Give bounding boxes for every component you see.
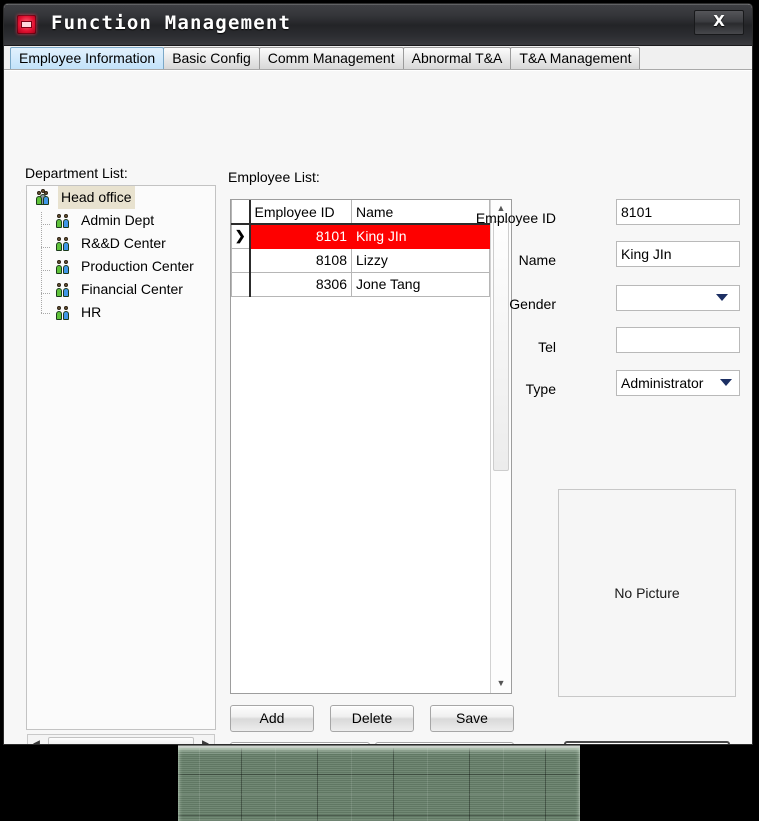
gender-label: Gender	[509, 296, 556, 312]
cell-name: King JIn	[351, 223, 490, 249]
view-picture-button[interactable]: View	[564, 741, 730, 744]
background-window-green-grid	[178, 748, 580, 821]
people-icon	[55, 258, 73, 274]
employee-table: Employee ID Name ❯ 8101 King JIn 8108 Li…	[231, 200, 490, 297]
employee-information-panel: Department List: Head office Admin Dept	[4, 70, 752, 744]
tree-item-head-office[interactable]: Head office	[27, 186, 215, 209]
tree-item-hr[interactable]: HR	[27, 301, 215, 324]
cell-employee-id: 8101	[249, 223, 352, 249]
function-management-window: Function Management X Employee Informati…	[3, 3, 753, 745]
employee-grid[interactable]: Employee ID Name ❯ 8101 King JIn 8108 Li…	[230, 199, 512, 694]
people-icon	[55, 304, 73, 320]
tab-employee-information[interactable]: Employee Information	[10, 47, 165, 69]
title-bar: Function Management X	[4, 4, 752, 46]
tree-item-financial-center[interactable]: Financial Center	[27, 278, 215, 301]
people-icon	[55, 281, 73, 297]
scroll-right-icon[interactable]: ▶	[197, 735, 214, 744]
name-field[interactable]: King JIn	[616, 241, 740, 267]
type-label: Type	[525, 381, 556, 397]
people-icon	[55, 235, 73, 251]
tel-label: Tel	[538, 339, 556, 355]
table-row[interactable]: 8108 Lizzy	[231, 247, 490, 273]
tree-item-admin-dept[interactable]: Admin Dept	[27, 209, 215, 232]
cell-employee-id: 8108	[249, 247, 352, 273]
cell-employee-id: 8306	[249, 271, 352, 297]
employee-id-field[interactable]: 8101	[616, 199, 740, 225]
group-people-icon	[35, 189, 53, 205]
tab-basic-config[interactable]: Basic Config	[163, 47, 260, 69]
table-row[interactable]: 8306 Jone Tang	[231, 271, 490, 297]
row-indicator-icon	[231, 271, 251, 297]
tree-item-production-center[interactable]: Production Center	[27, 255, 215, 278]
tab-strip: Employee Information Basic Config Comm M…	[4, 46, 752, 70]
no-picture-label: No Picture	[614, 585, 680, 601]
tree-item-label: Production Center	[81, 258, 194, 274]
chevron-down-icon[interactable]	[720, 379, 732, 386]
department-tree-horizontal-scrollbar[interactable]: ◀ ▶	[27, 734, 215, 744]
table-header-row: Employee ID Name	[231, 200, 490, 225]
employee-picture-box[interactable]: No Picture	[558, 489, 736, 697]
name-label: Name	[518, 252, 556, 268]
employee-grid-vertical-scrollbar[interactable]: ▲ ▼	[490, 200, 511, 693]
tree-item-label: Admin Dept	[81, 212, 155, 228]
employee-id-label: Employee ID	[475, 210, 556, 226]
close-button[interactable]: X	[694, 10, 744, 35]
people-icon	[55, 212, 73, 228]
chevron-down-icon[interactable]	[716, 294, 728, 301]
department-list-label: Department List:	[25, 165, 128, 181]
row-indicator-header	[231, 200, 251, 225]
employee-save-button[interactable]: Save	[430, 705, 514, 732]
department-tree[interactable]: Head office Admin Dept R&&D Center Produ…	[26, 185, 216, 730]
row-indicator-icon: ❯	[231, 223, 251, 249]
employee-export-button[interactable]: Export	[230, 742, 370, 744]
table-row[interactable]: ❯ 8101 King JIn	[231, 223, 490, 249]
cell-name: Jone Tang	[351, 271, 490, 297]
tree-item-label: HR	[81, 304, 102, 320]
tel-field[interactable]	[616, 327, 740, 353]
scroll-left-icon[interactable]: ◀	[28, 735, 45, 744]
employee-import-button[interactable]: Import	[375, 742, 514, 744]
app-red-icon	[17, 15, 36, 34]
tab-comm-management[interactable]: Comm Management	[258, 47, 404, 69]
tab-ta-management[interactable]: T&A Management	[510, 47, 641, 69]
tree-item-label: R&&D Center	[81, 235, 166, 251]
scroll-down-icon[interactable]: ▼	[491, 675, 511, 693]
row-indicator-icon	[231, 247, 251, 273]
column-header-employee-id[interactable]: Employee ID	[249, 200, 352, 225]
tree-item-label: Financial Center	[81, 281, 183, 297]
tab-abnormal-ta[interactable]: Abnormal T&A	[402, 47, 512, 69]
tree-item-label: Head office	[58, 186, 135, 209]
employee-delete-button[interactable]: Delete	[330, 705, 414, 732]
employee-add-button[interactable]: Add	[230, 705, 314, 732]
window-title: Function Management	[51, 12, 292, 34]
employee-list-label: Employee List:	[228, 169, 320, 185]
tree-item-rnd-center[interactable]: R&&D Center	[27, 232, 215, 255]
scrollbar-thumb[interactable]	[48, 737, 194, 744]
